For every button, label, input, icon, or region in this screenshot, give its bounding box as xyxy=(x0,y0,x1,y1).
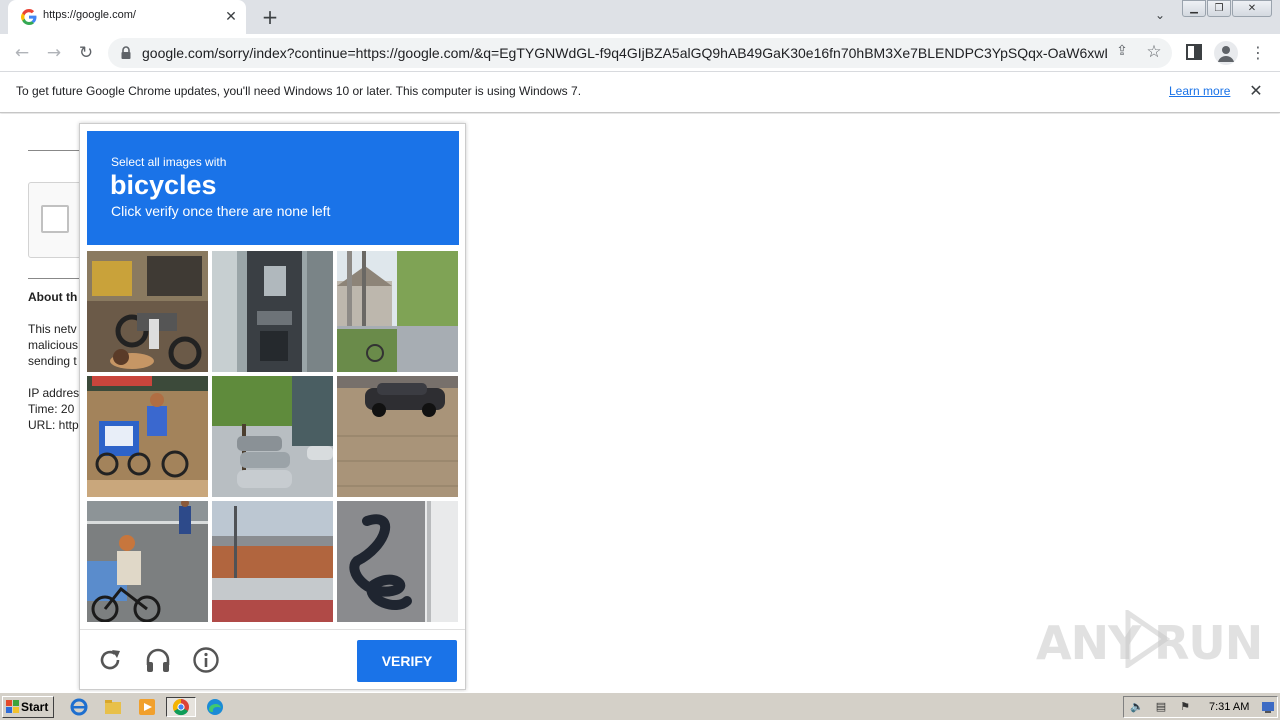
edge-icon[interactable] xyxy=(204,697,226,717)
start-button[interactable]: Start xyxy=(2,696,54,718)
update-infobar: To get future Google Chrome updates, you… xyxy=(0,72,1280,113)
captcha-hint: Click verify once there are none left xyxy=(111,203,331,219)
google-favicon-icon xyxy=(21,9,37,25)
motorcycle-image xyxy=(87,251,208,372)
learn-more-link[interactable]: Learn more xyxy=(1169,84,1230,98)
time-line: Time: 20 xyxy=(28,402,75,416)
bicycle-image xyxy=(87,501,208,622)
infobar-message: To get future Google Chrome updates, you… xyxy=(16,84,582,98)
profile-avatar-icon[interactable] xyxy=(1214,41,1238,65)
network-icon[interactable]: ▤ xyxy=(1154,700,1168,714)
tile-cargo-tricycle[interactable] xyxy=(87,376,208,497)
tile-street-trees[interactable] xyxy=(337,251,458,372)
clock[interactable]: 7:31 AM xyxy=(1209,701,1249,713)
close-window-button[interactable]: ✕ xyxy=(1232,0,1272,17)
tab-search-chevron-icon[interactable]: ⌄ xyxy=(1150,8,1170,26)
reload-icon[interactable]: ↻ xyxy=(73,41,99,65)
captcha-header: Select all images with bicycles Click ve… xyxy=(87,131,459,245)
station-image xyxy=(212,501,333,622)
show-desktop-icon[interactable] xyxy=(1261,700,1275,714)
infobar-close-icon[interactable]: ✕ xyxy=(1247,81,1265,101)
side-panel-icon[interactable] xyxy=(1184,42,1204,62)
address-bar[interactable]: google.com/sorry/index?continue=https://… xyxy=(108,38,1172,68)
volume-icon[interactable]: 🔈 xyxy=(1130,700,1144,714)
window-controls: ▁ ❐ ✕ xyxy=(1182,0,1274,18)
captcha-footer: VERIFY xyxy=(80,629,465,689)
about-para-line: malicious xyxy=(28,338,79,352)
chrome-taskbar-button[interactable] xyxy=(166,697,196,717)
tab-strip: https://google.com/ ✕ + ⌄ ▁ ❐ ✕ xyxy=(0,0,1280,34)
menu-kebab-icon[interactable]: ⋮ xyxy=(1250,41,1266,65)
tab-close-icon[interactable]: ✕ xyxy=(222,8,240,26)
watermark-text: RUN xyxy=(1154,616,1263,670)
info-icon[interactable] xyxy=(191,645,221,675)
car-image xyxy=(337,376,458,497)
captcha-challenge: Select all images with bicycles Click ve… xyxy=(79,123,466,690)
tile-graffiti-wall[interactable] xyxy=(337,501,458,622)
forward-arrow-icon[interactable]: → xyxy=(41,41,67,65)
url-line: URL: http xyxy=(28,418,79,432)
tile-parked-car-pavement[interactable] xyxy=(337,376,458,497)
media-player-icon[interactable] xyxy=(136,697,158,717)
windows-taskbar: Start 🔈 ▤ ⚑ 7:31 AM xyxy=(0,692,1280,720)
about-para-line: sending t xyxy=(28,354,77,368)
tab-title: https://google.com/ xyxy=(43,9,136,21)
action-center-flag-icon[interactable]: ⚑ xyxy=(1178,700,1192,714)
internet-explorer-icon[interactable] xyxy=(68,697,90,717)
verify-button[interactable]: VERIFY xyxy=(357,640,457,682)
ip-address-line: IP addres xyxy=(28,386,80,400)
tab-google[interactable]: https://google.com/ ✕ xyxy=(8,0,246,34)
minimize-button[interactable]: ▁ xyxy=(1182,0,1206,17)
start-label: Start xyxy=(21,700,49,714)
back-arrow-icon[interactable]: ← xyxy=(9,41,35,65)
street-image xyxy=(337,251,458,372)
about-para-line: This netv xyxy=(28,322,77,336)
captcha-target: bicycles xyxy=(110,170,217,200)
recaptcha-checkbox[interactable] xyxy=(41,205,69,233)
anyrun-watermark: ANY RUN xyxy=(1036,608,1263,670)
captcha-image-grid xyxy=(87,251,459,623)
captcha-instruction: Select all images with xyxy=(111,155,227,169)
bookmark-star-icon[interactable]: ☆ xyxy=(1144,42,1164,62)
restore-button[interactable]: ❐ xyxy=(1207,0,1231,17)
lock-icon[interactable] xyxy=(120,45,132,61)
reload-challenge-icon[interactable] xyxy=(95,645,125,675)
windows-flag-icon xyxy=(6,700,19,713)
system-tray: 🔈 ▤ ⚑ 7:31 AM xyxy=(1123,696,1278,718)
url-text[interactable]: google.com/sorry/index?continue=https://… xyxy=(142,45,1107,61)
browser-toolbar: ← → ↻ google.com/sorry/index?continue=ht… xyxy=(0,34,1280,72)
tile-motorcycle-street[interactable] xyxy=(87,251,208,372)
tile-ticket-machine[interactable] xyxy=(212,251,333,372)
tile-child-bicycle[interactable] xyxy=(87,501,208,622)
cars-image xyxy=(212,376,333,497)
tile-parked-cars[interactable] xyxy=(212,376,333,497)
tricycle-image xyxy=(87,376,208,497)
file-explorer-icon[interactable] xyxy=(102,697,124,717)
about-heading: About th xyxy=(28,290,78,304)
chrome-icon xyxy=(172,698,189,716)
share-icon[interactable]: ⇪ xyxy=(1112,43,1132,63)
graffiti-image xyxy=(337,501,458,622)
audio-challenge-icon[interactable] xyxy=(143,645,173,675)
tile-station-fence[interactable] xyxy=(212,501,333,622)
ticket-machine-image xyxy=(212,251,333,372)
new-tab-button[interactable]: + xyxy=(258,6,282,28)
